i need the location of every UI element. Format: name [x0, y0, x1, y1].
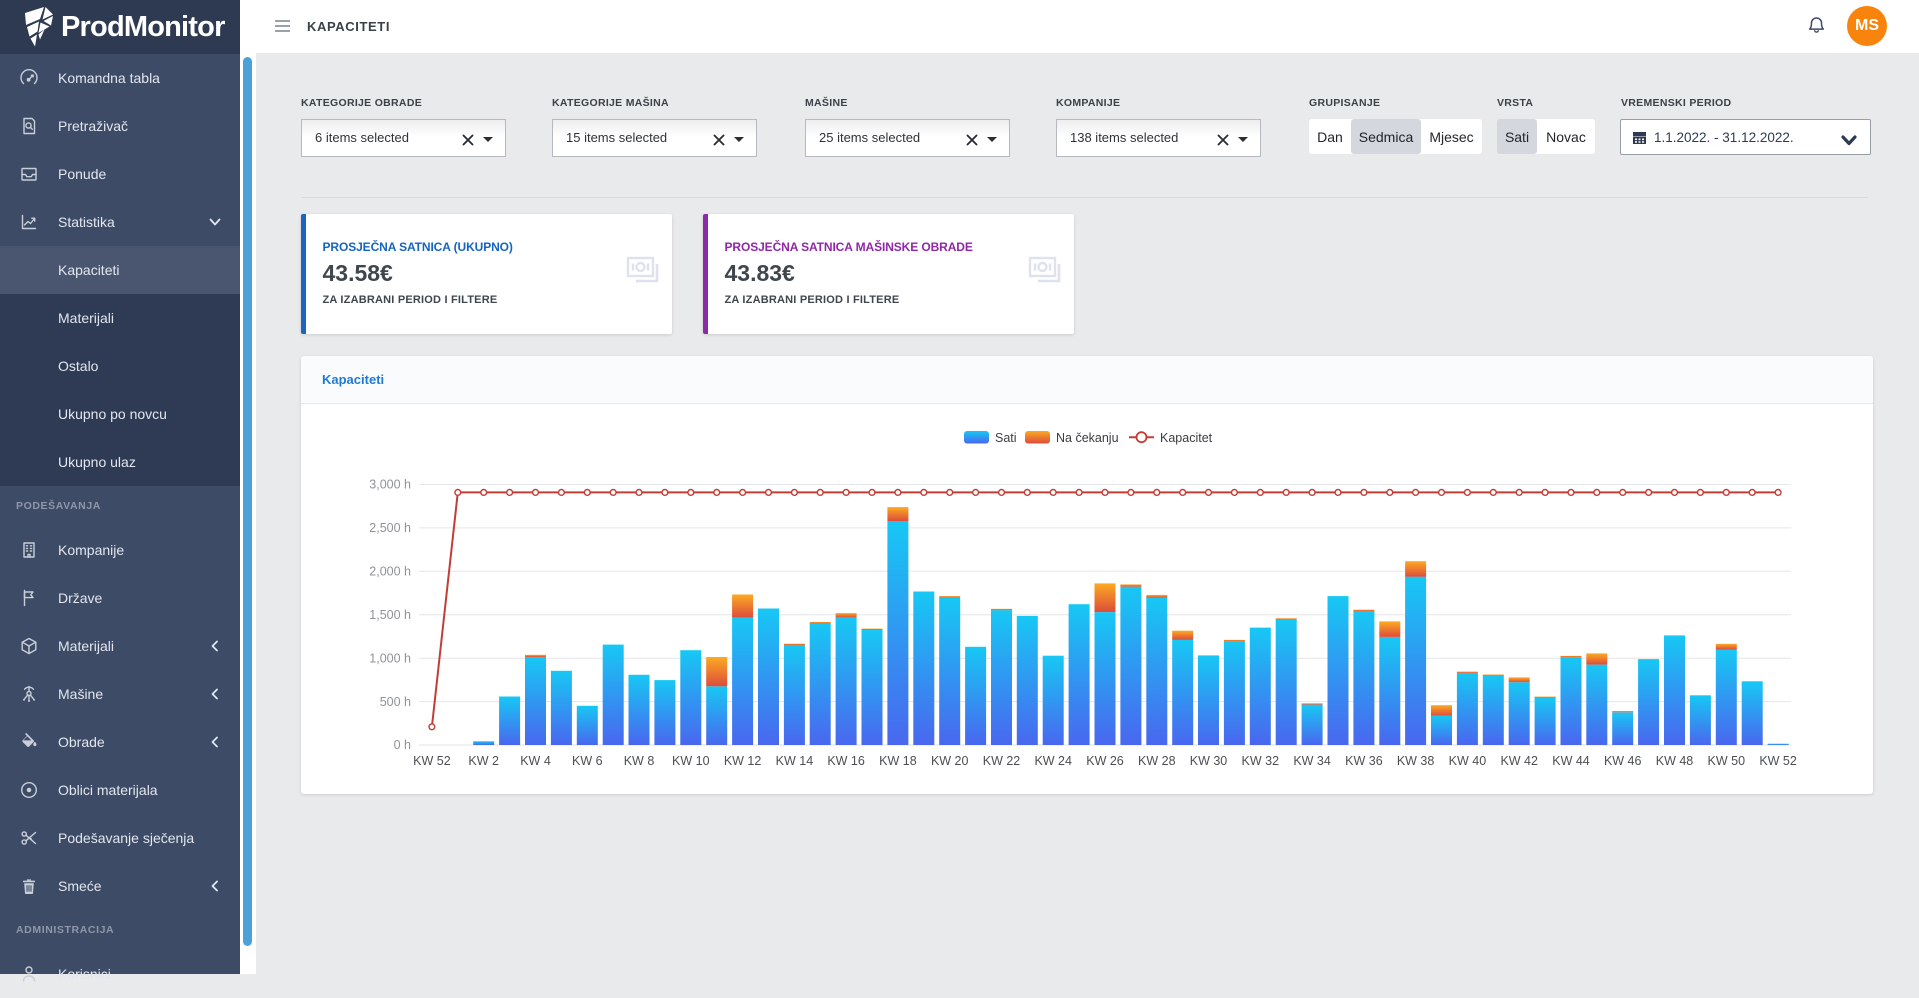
svg-text:1,000 h: 1,000 h [369, 651, 411, 665]
svg-text:KW 40: KW 40 [1449, 754, 1487, 768]
svg-text:KW 52: KW 52 [413, 754, 451, 768]
svg-text:Kapacitet: Kapacitet [1160, 431, 1213, 445]
svg-text:KW 2: KW 2 [468, 754, 499, 768]
svg-text:KW 26: KW 26 [1086, 754, 1124, 768]
svg-text:KW 12: KW 12 [724, 754, 762, 768]
svg-text:KW 4: KW 4 [520, 754, 551, 768]
svg-text:KW 28: KW 28 [1138, 754, 1176, 768]
svg-text:Sati: Sati [995, 431, 1017, 445]
svg-text:KW 8: KW 8 [624, 754, 655, 768]
svg-text:KW 36: KW 36 [1345, 754, 1383, 768]
svg-text:KW 24: KW 24 [1034, 754, 1072, 768]
svg-text:Na čekanju: Na čekanju [1056, 431, 1119, 445]
svg-text:KW 32: KW 32 [1242, 754, 1280, 768]
svg-text:KW 20: KW 20 [931, 754, 969, 768]
svg-text:500 h: 500 h [380, 695, 411, 709]
svg-text:KW 48: KW 48 [1656, 754, 1694, 768]
svg-text:KW 10: KW 10 [672, 754, 710, 768]
svg-text:3,000 h: 3,000 h [369, 478, 411, 492]
svg-text:0 h: 0 h [394, 738, 411, 752]
svg-text:KW 6: KW 6 [572, 754, 603, 768]
svg-text:2,000 h: 2,000 h [369, 565, 411, 579]
svg-text:KW 52: KW 52 [1759, 754, 1797, 768]
svg-text:KW 22: KW 22 [983, 754, 1021, 768]
svg-text:KW 46: KW 46 [1604, 754, 1642, 768]
svg-text:KW 16: KW 16 [827, 754, 865, 768]
svg-text:KW 44: KW 44 [1552, 754, 1590, 768]
svg-text:KW 34: KW 34 [1293, 754, 1331, 768]
svg-text:KW 38: KW 38 [1397, 754, 1435, 768]
svg-text:2,500 h: 2,500 h [369, 521, 411, 535]
svg-text:KW 14: KW 14 [776, 754, 814, 768]
svg-text:KW 30: KW 30 [1190, 754, 1228, 768]
svg-text:1,500 h: 1,500 h [369, 608, 411, 622]
svg-text:KW 42: KW 42 [1500, 754, 1538, 768]
svg-text:KW 50: KW 50 [1708, 754, 1746, 768]
svg-text:KW 18: KW 18 [879, 754, 917, 768]
